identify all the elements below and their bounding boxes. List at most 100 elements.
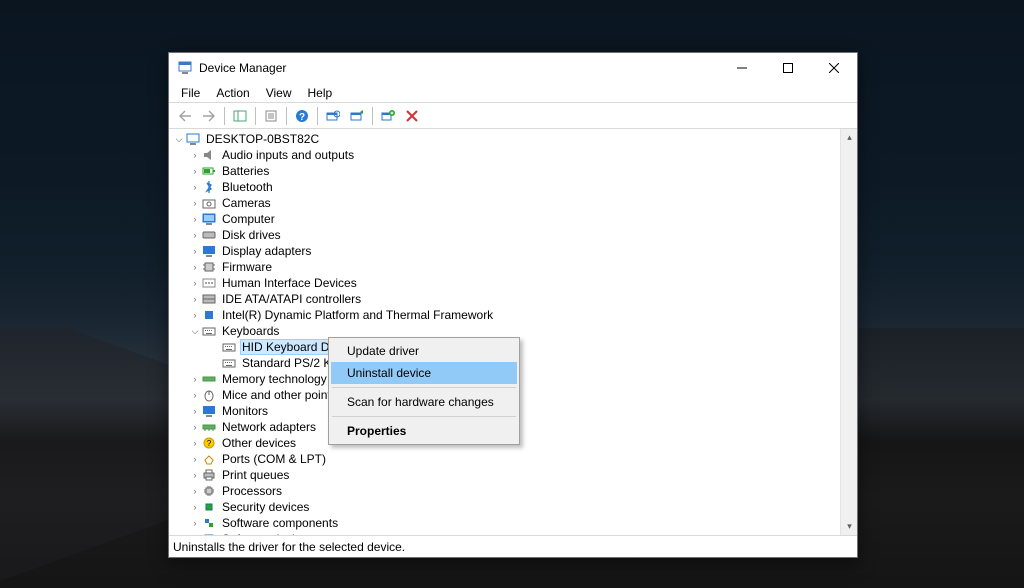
keyboard-icon [221,339,237,355]
tree-item-ports[interactable]: ›Ports (COM & LPT) [169,451,840,467]
disk-icon [201,227,217,243]
chevron-right-icon[interactable]: › [189,518,201,528]
toolbar: ? [169,103,857,129]
chevron-right-icon[interactable]: › [189,230,201,240]
minimize-button[interactable] [719,53,765,83]
scan-hardware-button[interactable] [321,105,345,127]
chevron-down-icon[interactable]: ⌵ [189,326,201,337]
security-icon [201,499,217,515]
vertical-scrollbar[interactable]: ▴ ▾ [840,129,857,535]
chevron-right-icon[interactable]: › [189,470,201,480]
tree-item-print[interactable]: ›Print queues [169,467,840,483]
chevron-right-icon[interactable]: › [189,502,201,512]
chevron-right-icon[interactable]: › [189,166,201,176]
device-tree[interactable]: ⌵ DESKTOP-0BST82C ›Audio inputs and outp… [169,129,840,535]
display-adapter-icon [201,243,217,259]
tree-item-softcomp[interactable]: ›Software components [169,515,840,531]
ports-icon [201,451,217,467]
scroll-down-icon[interactable]: ▾ [841,518,857,535]
statusbar: Uninstalls the driver for the selected d… [169,535,857,557]
chevron-right-icon[interactable]: › [189,278,201,288]
chevron-right-icon[interactable]: › [189,438,201,448]
app-icon [177,60,193,76]
chevron-right-icon[interactable]: › [189,422,201,432]
forward-button[interactable] [197,105,221,127]
computer-icon [185,131,201,147]
chevron-right-icon[interactable]: › [189,294,201,304]
memory-icon [201,371,217,387]
keyboard-icon [221,355,237,371]
chevron-right-icon[interactable]: › [189,182,201,192]
chevron-down-icon[interactable]: ⌵ [173,134,185,145]
svg-text:?: ? [299,112,305,123]
tree-item-cameras[interactable]: ›Cameras [169,195,840,211]
content-area: ⌵ DESKTOP-0BST82C ›Audio inputs and outp… [169,129,857,535]
chevron-right-icon[interactable]: › [189,310,201,320]
chevron-right-icon[interactable]: › [189,390,201,400]
network-icon [201,419,217,435]
menu-view[interactable]: View [258,84,300,102]
properties-button[interactable] [259,105,283,127]
device-manager-window: Device Manager File Action View Help ? ⌵ [168,52,858,558]
ctx-separator [332,416,516,417]
ctx-update-driver[interactable]: Update driver [331,340,517,362]
back-button[interactable] [173,105,197,127]
chevron-right-icon[interactable]: › [189,406,201,416]
chevron-right-icon[interactable]: › [189,374,201,384]
context-menu: Update driver Uninstall device Scan for … [328,337,520,445]
add-legacy-button[interactable] [376,105,400,127]
camera-icon [201,195,217,211]
menu-file[interactable]: File [173,84,208,102]
ide-icon [201,291,217,307]
other-icon: ? [201,435,217,451]
chevron-right-icon[interactable]: › [189,486,201,496]
close-button[interactable] [811,53,857,83]
tree-root[interactable]: ⌵ DESKTOP-0BST82C [169,131,840,147]
ctx-separator [332,387,516,388]
monitor-icon [201,211,217,227]
bluetooth-icon [201,179,217,195]
chevron-right-icon[interactable]: › [189,198,201,208]
tree-item-audio[interactable]: ›Audio inputs and outputs [169,147,840,163]
keyboard-icon [201,323,217,339]
uninstall-button[interactable] [400,105,424,127]
tree-item-processors[interactable]: ›Processors [169,483,840,499]
tree-item-bluetooth[interactable]: ›Bluetooth [169,179,840,195]
hid-icon [201,275,217,291]
help-button[interactable]: ? [290,105,314,127]
status-text: Uninstalls the driver for the selected d… [173,540,405,554]
tree-item-security[interactable]: ›Security devices [169,499,840,515]
update-driver-button[interactable] [345,105,369,127]
tree-item-display[interactable]: ›Display adapters [169,243,840,259]
ctx-properties[interactable]: Properties [331,420,517,442]
tree-item-computer[interactable]: ›Computer [169,211,840,227]
titlebar: Device Manager [169,53,857,83]
chevron-right-icon[interactable]: › [189,454,201,464]
battery-icon [201,163,217,179]
show-hide-tree-button[interactable] [228,105,252,127]
chevron-right-icon[interactable]: › [189,246,201,256]
processor-icon [201,483,217,499]
chevron-right-icon[interactable]: › [189,262,201,272]
menu-action[interactable]: Action [208,84,257,102]
chevron-right-icon[interactable]: › [189,150,201,160]
tree-item-disk[interactable]: ›Disk drives [169,227,840,243]
svg-text:?: ? [207,439,212,448]
tree-item-hid[interactable]: ›Human Interface Devices [169,275,840,291]
menubar: File Action View Help [169,83,857,103]
audio-icon [201,147,217,163]
menu-help[interactable]: Help [300,84,341,102]
tree-item-intel[interactable]: ›Intel(R) Dynamic Platform and Thermal F… [169,307,840,323]
scroll-up-icon[interactable]: ▴ [841,129,857,146]
tree-item-firmware[interactable]: ›Firmware [169,259,840,275]
monitor-icon [201,403,217,419]
firmware-icon [201,259,217,275]
ctx-uninstall-device[interactable]: Uninstall device [331,362,517,384]
mouse-icon [201,387,217,403]
maximize-button[interactable] [765,53,811,83]
window-title: Device Manager [199,61,286,75]
ctx-scan-hardware[interactable]: Scan for hardware changes [331,391,517,413]
tree-item-batteries[interactable]: ›Batteries [169,163,840,179]
tree-item-ide[interactable]: ›IDE ATA/ATAPI controllers [169,291,840,307]
chevron-right-icon[interactable]: › [189,214,201,224]
